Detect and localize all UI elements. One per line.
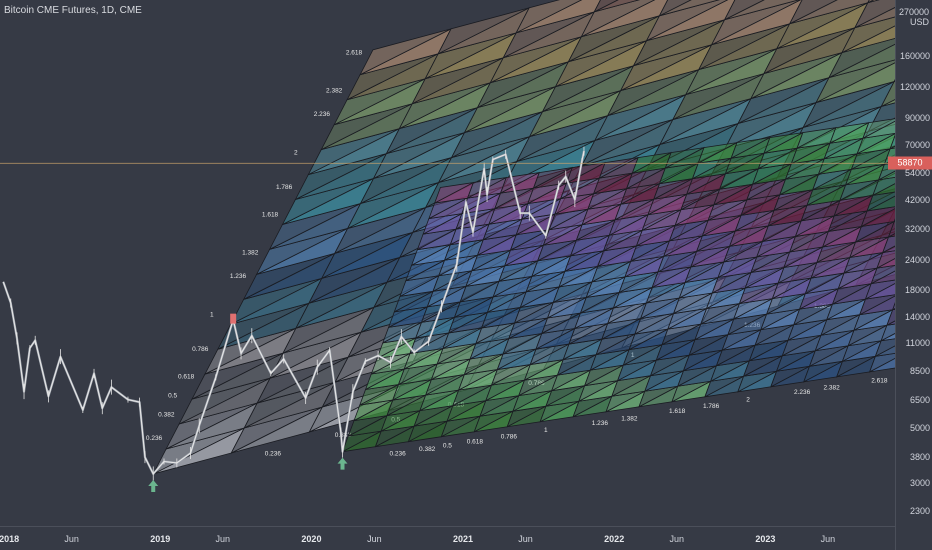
fib-level-label-v: 2.382: [326, 88, 343, 95]
price-tick-label: 11000: [905, 338, 930, 349]
price-tick-label: 5000: [909, 422, 930, 433]
time-tick-label: 2019: [150, 534, 171, 544]
time-tick-label: 2018: [0, 534, 20, 544]
price-chart[interactable]: 0.236 0.382 0.5 0.618 0.786 1 1.236 1.382 1.618 1…: [0, 0, 932, 550]
fib-level-label-v: 0.382: [158, 412, 175, 419]
fib-level-label-u: 0.5: [443, 442, 452, 449]
fib-level-label-u: 0.618: [467, 439, 484, 446]
price-tick-label: 120000: [899, 81, 930, 92]
time-tick-label: Jun: [669, 534, 684, 544]
time-axis[interactable]: 2018 Jun 2019 Jun 2020 Jun 2021 Jun 2022 Jun 2023 J…: [0, 526, 895, 550]
fib-level-label-u: 2: [746, 396, 750, 403]
low-arrow-icon: [337, 457, 348, 470]
fib-level-label-v: 0.618: [178, 373, 195, 380]
fib-level-label-v: 2.236: [314, 111, 331, 118]
fib-level-label-v: 1.236: [230, 273, 247, 280]
price-axis-top-tick: 270000: [898, 7, 929, 17]
price-axis-currency-label: USD: [909, 17, 929, 27]
time-tick-label: Jun: [820, 534, 836, 544]
fib-level-label-u: 1.786: [703, 403, 720, 410]
fib-level-label-u: 1.382: [621, 415, 638, 422]
price-tick-label: 14000: [904, 312, 930, 323]
high-marker-icon: [230, 313, 237, 324]
price-tick-label: 3800: [909, 452, 930, 463]
time-tick-label: Jun: [64, 534, 79, 544]
fib-level-label-u: 0.236: [265, 451, 282, 458]
fib-level-label-v: 1: [210, 311, 214, 318]
time-tick-label: 2021: [453, 534, 474, 544]
price-tick-label: 2300: [909, 506, 930, 516]
fib-level-label-v: 1.618: [262, 211, 279, 218]
fib-level-label-u: 0.382: [419, 446, 436, 453]
fib-level-label-u: 1: [544, 427, 548, 434]
price-tick-label: 160000: [899, 51, 930, 62]
fib-level-label-v: 2.618: [346, 49, 363, 56]
price-tick-label: 90000: [904, 112, 930, 123]
fib-level-label-v: 1.786: [276, 184, 293, 191]
price-tick-label: 24000: [904, 254, 930, 265]
price-tick-label: 8500: [909, 365, 930, 376]
price-tick-label: 3000: [909, 477, 930, 488]
chart-title: Bitcoin CME Futures, 1D, CME: [4, 5, 142, 16]
fib-level-label-u: 2.382: [823, 385, 840, 392]
fib-level-label-u: 1.618: [669, 408, 686, 415]
price-tick-label: 42000: [904, 194, 930, 205]
fib-level-label-u: 0.786: [501, 434, 518, 441]
price-tick-label: 32000: [904, 223, 930, 234]
time-tick-label: Jun: [367, 534, 382, 544]
fib-level-label-v: 0.236: [146, 435, 163, 442]
fib-level-label-u: 2.618: [871, 377, 888, 384]
price-axis-currency: 270000 USD: [899, 7, 929, 27]
time-tick-label: 2022: [604, 534, 625, 544]
price-axis[interactable]: 270000 USD 2300 3000 3800 5000 6500 8500 11000…: [895, 0, 932, 550]
fib-level-label-u: 1.236: [592, 420, 609, 427]
time-tick-label: 2023: [755, 534, 776, 544]
current-price-label: 58870: [888, 156, 932, 170]
fib-level-label-u: 2.236: [794, 389, 811, 396]
time-tick-label: Jun: [215, 534, 231, 544]
price-tick-label: 18000: [904, 285, 930, 296]
chart-root: 0.236 0.382 0.5 0.618 0.786 1 1.236 1.382 1.618 1…: [0, 0, 932, 550]
time-tick-label: Jun: [518, 534, 533, 544]
fib-level-label-u: 0.236: [390, 450, 407, 457]
price-tick-label: 70000: [904, 139, 930, 150]
low-arrow-icon: [148, 479, 159, 492]
fib-level-label-v: 2: [294, 149, 298, 156]
fib-level-label-v: 0.786: [192, 346, 209, 353]
fib-grid-layer: 0.236 0.382 0.5 0.618 0.786 1 1.236 1.382 1.618 1…: [146, 0, 932, 475]
price-tick-label: 6500: [909, 394, 930, 405]
time-tick-label: 2020: [301, 534, 322, 544]
fib-level-label-v: 0.5: [168, 392, 177, 399]
fib-level-label-v: 1.382: [242, 250, 259, 257]
